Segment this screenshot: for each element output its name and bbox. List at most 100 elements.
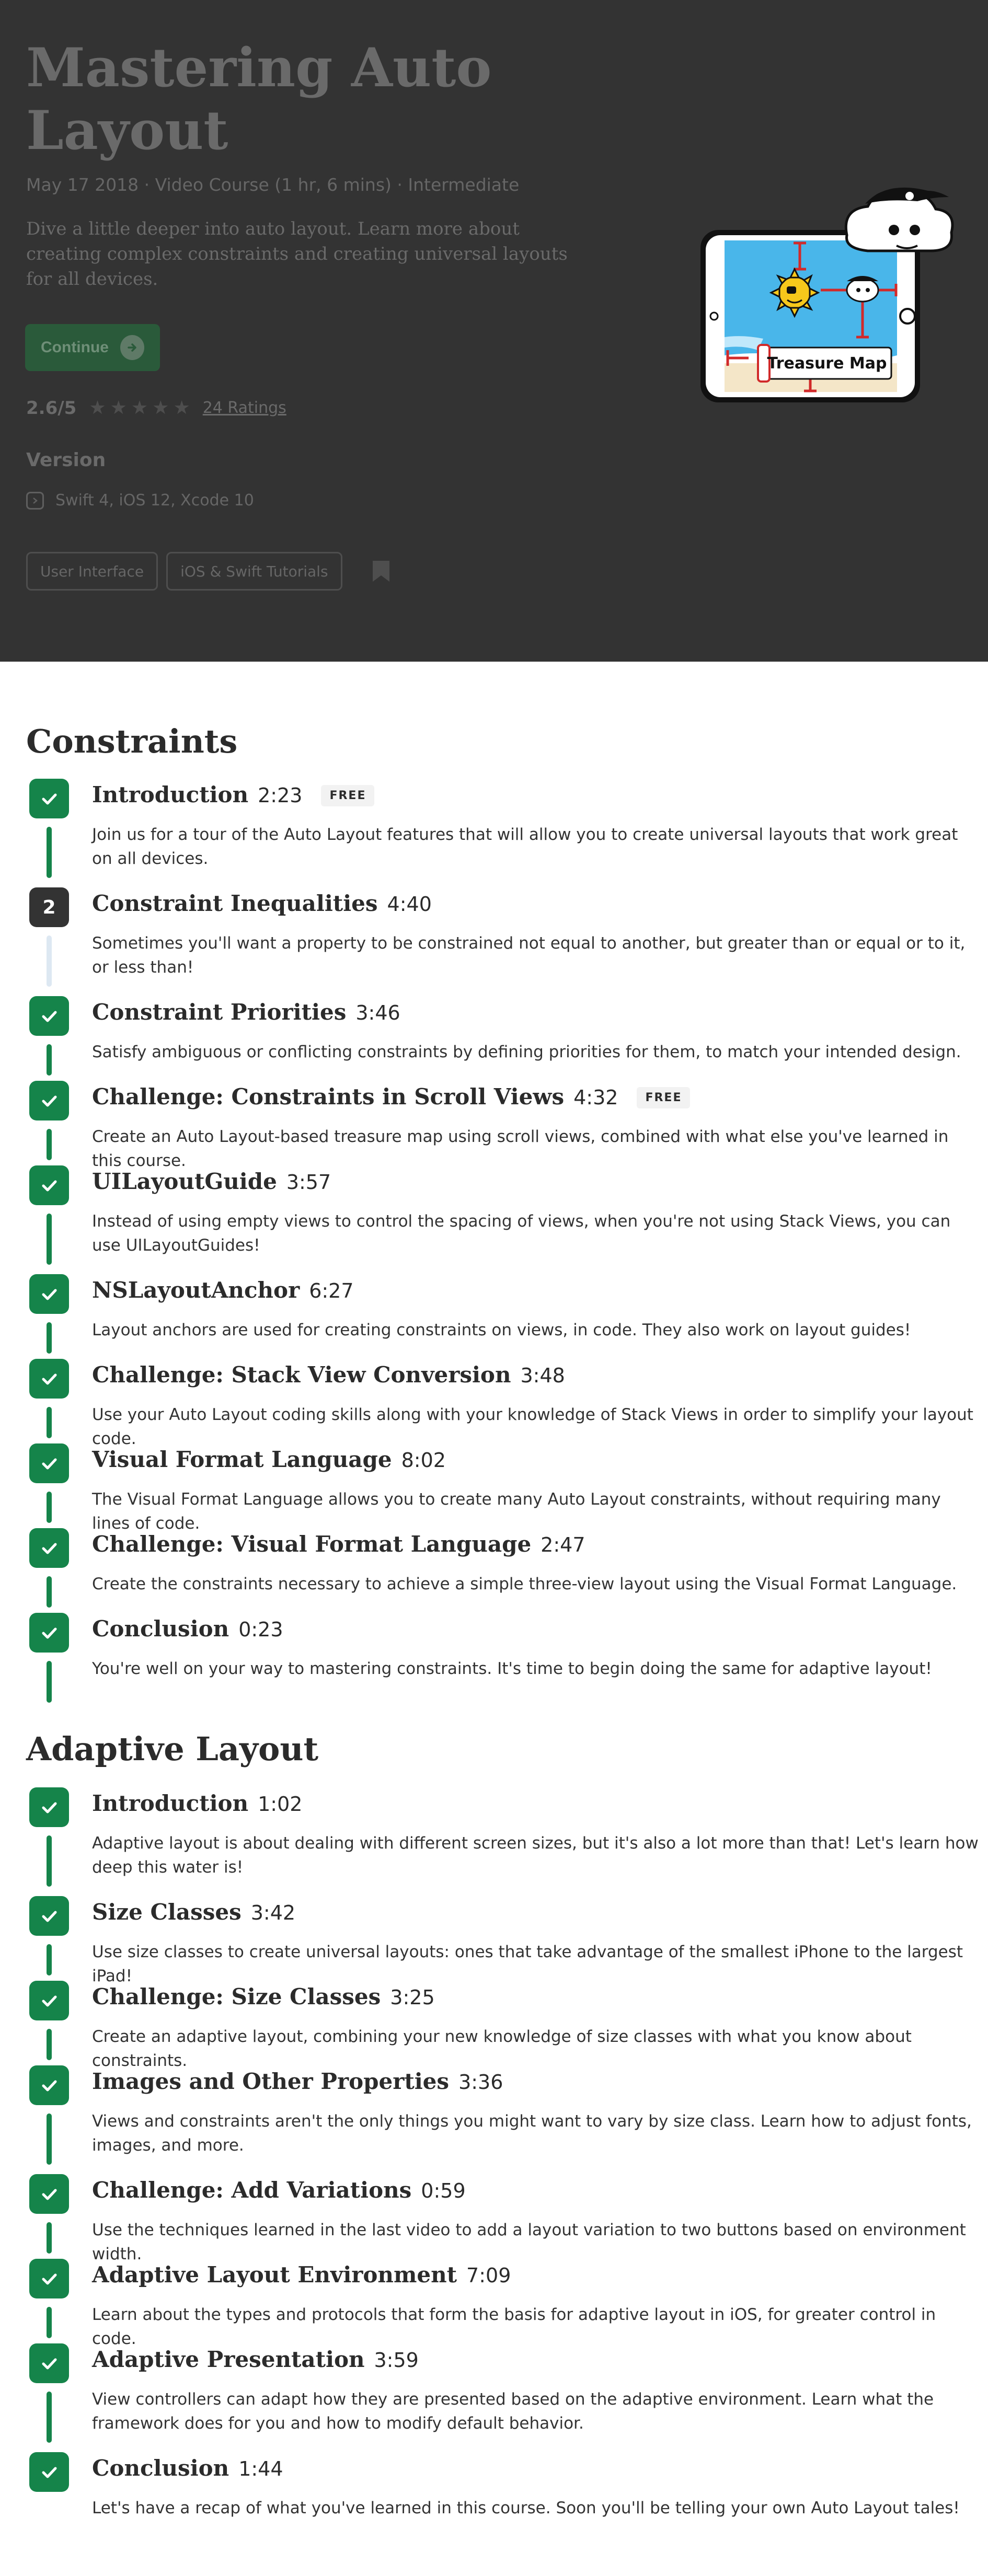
star-icon[interactable]: ★ [110, 397, 127, 419]
progress-connector [47, 1044, 52, 1076]
lesson-number[interactable]: 2 [29, 887, 69, 927]
tag-ios-swift-tutorials[interactable]: iOS & Swift Tutorials [166, 552, 342, 591]
completed-check-icon[interactable] [29, 1528, 69, 1568]
version-text: Swift 4, iOS 12, Xcode 10 [55, 491, 254, 510]
completed-check-icon[interactable] [29, 1981, 69, 2020]
section-title: Adaptive Layout [26, 1730, 319, 1768]
lesson-description: Use size classes to create universal lay… [92, 1943, 963, 1985]
lesson-description: Join us for a tour of the Auto Layout fe… [92, 825, 958, 868]
star-icon[interactable]: ★ [173, 397, 190, 419]
star-icon[interactable]: ★ [152, 397, 169, 419]
progress-connector [47, 1407, 52, 1438]
lesson-duration: 3:48 [520, 1364, 565, 1387]
chevron-right-icon [26, 491, 44, 510]
completed-check-icon[interactable] [29, 996, 69, 1036]
completed-check-icon[interactable] [29, 1359, 69, 1399]
progress-connector [47, 935, 52, 987]
svg-text:Treasure Map: Treasure Map [767, 354, 887, 373]
lesson-title[interactable]: NSLayoutAnchor [92, 1277, 300, 1303]
lesson-description: Create an Auto Layout-based treasure map… [92, 1127, 949, 1170]
lesson-title[interactable]: Challenge: Stack View Conversion [92, 1362, 511, 1388]
lesson-title[interactable]: Images and Other Properties [92, 2069, 449, 2094]
completed-check-icon[interactable] [29, 2174, 69, 2214]
lesson-title[interactable]: Challenge: Size Classes [92, 1984, 381, 2009]
lesson-duration: 4:40 [387, 893, 432, 916]
progress-connector [47, 1322, 52, 1354]
bookmark-icon[interactable] [372, 560, 390, 583]
lesson-title[interactable]: Adaptive Layout Environment [92, 2262, 457, 2288]
progress-connector [47, 1661, 52, 1703]
lesson-description: Create the constraints necessary to achi… [92, 1575, 957, 1593]
lesson-description: Adaptive layout is about dealing with di… [92, 1834, 979, 1877]
lesson-title[interactable]: UILayoutGuide [92, 1169, 277, 1194]
lesson-description: You're well on your way to mastering con… [92, 1659, 932, 1678]
lesson-duration: 3:59 [374, 2349, 419, 2372]
lesson-duration: 3:25 [390, 1986, 435, 2009]
lesson-duration: 3:46 [355, 1001, 400, 1024]
lesson-title[interactable]: Introduction [92, 1791, 248, 1816]
ratings-link[interactable]: 24 Ratings [203, 399, 286, 417]
course-description: Dive a little deeper into auto layout. L… [26, 218, 568, 290]
course-meta: May 17 2018 · Video Course (1 hr, 6 mins… [26, 175, 520, 195]
lesson-description: Instead of using empty views to control … [92, 1212, 951, 1255]
progress-connector [47, 1129, 52, 1160]
arrow-right-icon [120, 335, 144, 360]
progress-connector [47, 1492, 52, 1523]
progress-connector [47, 2029, 52, 2060]
completed-check-icon[interactable] [29, 1613, 69, 1653]
completed-check-icon[interactable] [29, 2452, 69, 2492]
lesson-description: Let's have a recap of what you've learne… [92, 2499, 960, 2517]
completed-check-icon[interactable] [29, 2065, 69, 2105]
progress-connector [47, 1944, 52, 1976]
completed-check-icon[interactable] [29, 1165, 69, 1205]
lesson-description: Layout anchors are used for creating con… [92, 1321, 911, 1339]
lesson-description: Create an adaptive layout, combining you… [92, 2027, 912, 2070]
lesson-description: The Visual Format Language allows you to… [92, 1490, 941, 1533]
section-title: Constraints [26, 722, 238, 760]
star-icon[interactable]: ★ [131, 397, 148, 419]
completed-check-icon[interactable] [29, 1274, 69, 1314]
completed-check-icon[interactable] [29, 2343, 69, 2383]
lesson-title[interactable]: Challenge: Add Variations [92, 2177, 411, 2203]
lesson-description: Satisfy ambiguous or conflicting constra… [92, 1043, 961, 1061]
lesson-title[interactable]: Constraint Inequalities [92, 891, 378, 916]
version-heading: Version [26, 449, 106, 471]
progress-connector [47, 1214, 52, 1265]
course-title: Mastering Auto Layout [26, 37, 492, 162]
lesson-title[interactable]: Constraint Priorities [92, 999, 346, 1025]
rating-row: 2.6/5 ★ ★ ★ ★ ★ 24 Ratings [26, 397, 286, 419]
completed-check-icon[interactable] [29, 779, 69, 818]
completed-check-icon[interactable] [29, 1443, 69, 1483]
completed-check-icon[interactable] [29, 1896, 69, 1936]
lesson-title[interactable]: Introduction [92, 782, 248, 807]
lesson-title[interactable]: Conclusion [92, 2455, 229, 2481]
lesson-title[interactable]: Challenge: Visual Format Language [92, 1531, 531, 1557]
star-icon[interactable]: ★ [89, 397, 106, 419]
lesson-description: Sometimes you'll want a property to be c… [92, 934, 966, 977]
lesson-duration: 3:57 [286, 1171, 331, 1194]
progress-connector [47, 2392, 52, 2443]
continue-button[interactable]: Continue [25, 324, 160, 371]
lesson-title[interactable]: Visual Format Language [92, 1447, 392, 1472]
course-hero: Mastering Auto Layout May 17 2018 · Vide… [0, 0, 988, 662]
tag-user-interface[interactable]: User Interface [26, 552, 158, 591]
free-badge: FREE [321, 785, 375, 806]
version-row: Swift 4, iOS 12, Xcode 10 [26, 491, 254, 510]
lesson-duration: 7:09 [466, 2264, 511, 2287]
completed-check-icon[interactable] [29, 1787, 69, 1827]
lesson-title[interactable]: Size Classes [92, 1899, 242, 1925]
star-rating[interactable]: ★ ★ ★ ★ ★ [89, 397, 190, 419]
completed-check-icon[interactable] [29, 2259, 69, 2298]
lesson-duration: 1:44 [238, 2457, 283, 2480]
lesson-title[interactable]: Challenge: Constraints in Scroll Views [92, 1084, 564, 1110]
lesson-duration: 8:02 [401, 1449, 446, 1472]
lesson-title[interactable]: Conclusion [92, 1616, 229, 1642]
lesson-title[interactable]: Adaptive Presentation [92, 2347, 365, 2372]
lesson-duration: 3:42 [250, 1901, 296, 1924]
lesson-duration: 4:32 [573, 1086, 618, 1109]
lesson-description: View controllers can adapt how they are … [92, 2390, 934, 2433]
free-badge: FREE [637, 1087, 691, 1108]
lesson-duration: 2:23 [258, 784, 303, 807]
sun-icon [769, 267, 820, 318]
completed-check-icon[interactable] [29, 1081, 69, 1120]
